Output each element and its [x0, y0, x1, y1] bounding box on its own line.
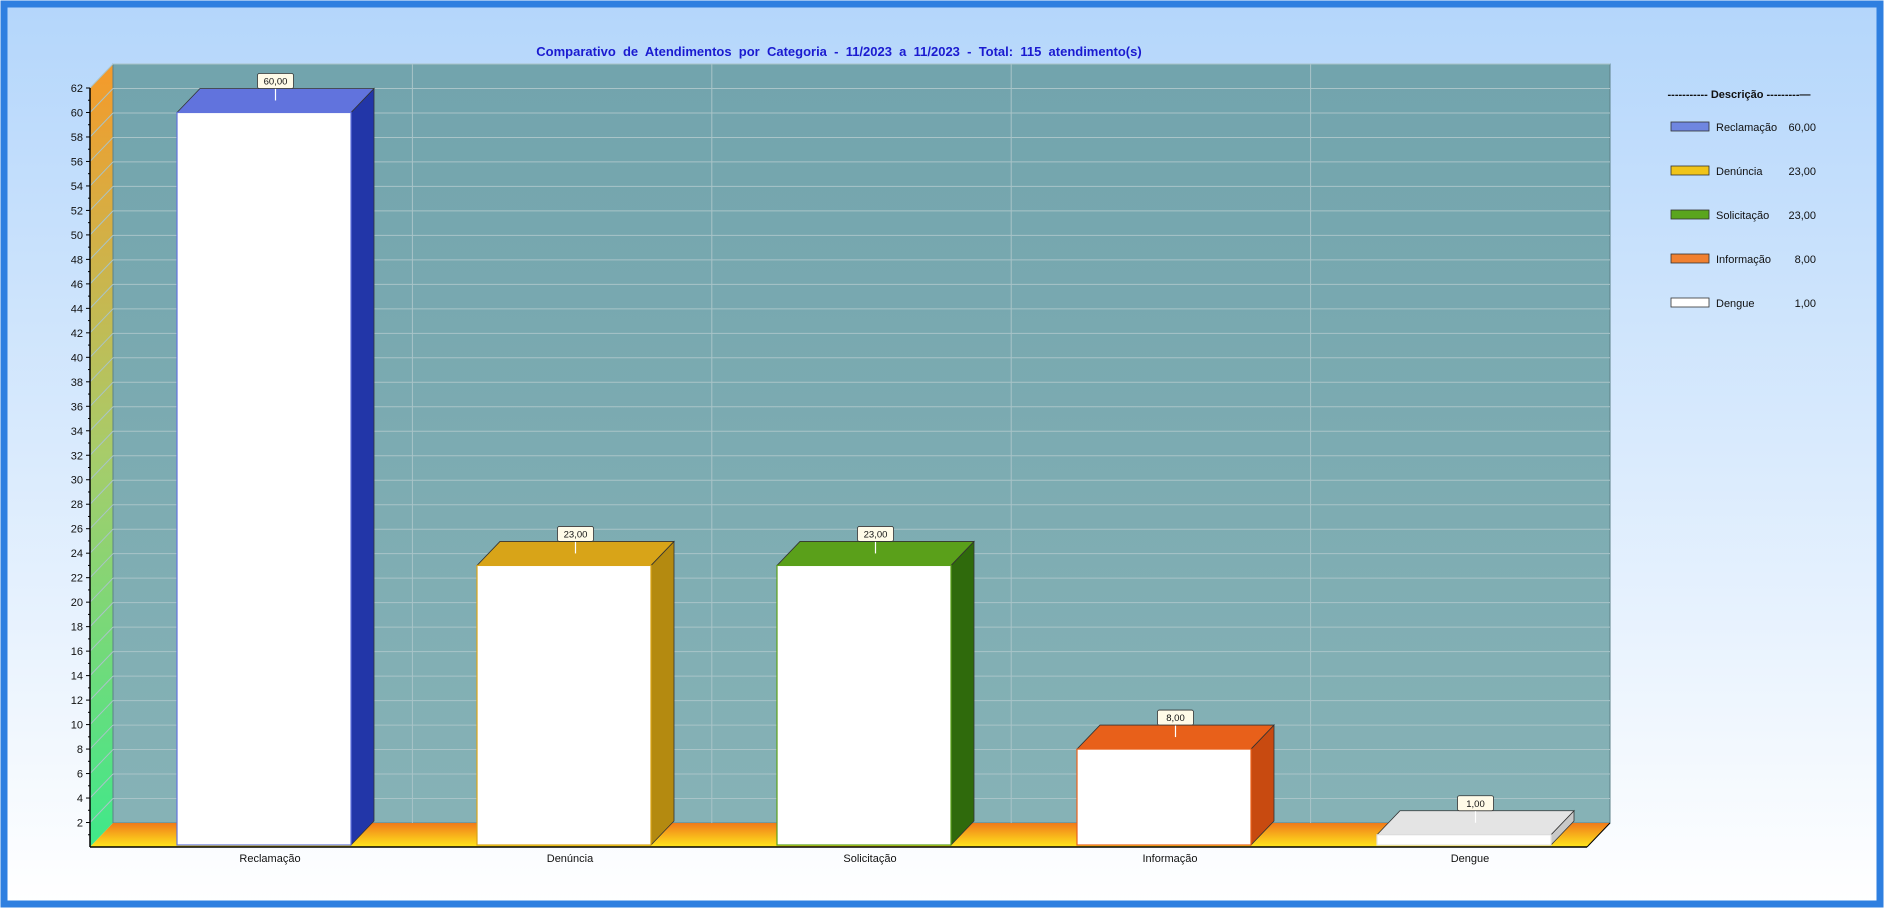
y-tick-label: 54 [71, 181, 83, 193]
bar-front [1376, 834, 1552, 846]
y-tick-label: 20 [71, 597, 83, 609]
bar-front [476, 564, 652, 846]
bar-2 [476, 540, 675, 846]
bar-front [176, 111, 352, 846]
y-tick-label: 6 [77, 769, 83, 781]
y-tick-label: 22 [71, 573, 83, 585]
y-tick-label: 28 [71, 499, 83, 511]
legend-value: 23,00 [1788, 210, 1816, 222]
y-tick-label: 62 [71, 83, 83, 95]
data-label-text: 23,00 [564, 529, 588, 540]
bar-side [950, 540, 975, 846]
bar-front [776, 564, 952, 846]
chart-title: Comparativo de Atendimentos por Categori… [536, 44, 1141, 59]
y-tick-label: 34 [71, 426, 83, 438]
y-tick-label: 4 [77, 793, 83, 805]
data-label-text: 60,00 [264, 76, 288, 87]
legend-header: ----------- Descrição ---------— [1668, 89, 1811, 101]
legend-swatch [1670, 209, 1710, 220]
bar-3 [776, 540, 975, 846]
bar-4 [1076, 724, 1275, 846]
bar-chart: Comparativo de Atendimentos por Categori… [0, 0, 1886, 915]
legend-label: Solicitação [1716, 210, 1769, 222]
legend-value: 1,00 [1795, 298, 1816, 310]
y-tick-label: 16 [71, 646, 83, 658]
y-tick-label: 40 [71, 352, 83, 364]
y-tick-label: 2 [77, 818, 83, 830]
y-tick-label: 18 [71, 622, 83, 634]
x-tick-label: Dengue [1451, 853, 1490, 865]
bar-side [350, 87, 375, 846]
bar-1 [176, 87, 375, 846]
legend-value: 8,00 [1795, 254, 1816, 266]
bar-side [650, 540, 675, 846]
y-tick-label: 38 [71, 377, 83, 389]
x-tick-label: Solicitação [843, 853, 896, 865]
data-label-text: 23,00 [864, 529, 888, 540]
legend-swatch [1670, 253, 1710, 264]
legend-swatch [1670, 165, 1710, 176]
data-label-text: 1,00 [1466, 799, 1485, 810]
y-tick-label: 58 [71, 132, 83, 144]
y-tick-label: 12 [71, 695, 83, 707]
legend-label: Informação [1716, 254, 1771, 266]
y-tick-label: 32 [71, 450, 83, 462]
y-tick-label: 8 [77, 744, 83, 756]
chart-frame: Comparativo de Atendimentos por Categori… [0, 0, 1886, 915]
y-tick-label: 56 [71, 156, 83, 168]
x-tick-label: Reclamação [239, 853, 300, 865]
y-tick-label: 14 [71, 671, 83, 683]
y-tick-label: 46 [71, 279, 83, 291]
left-wall [90, 64, 113, 847]
legend-swatch [1670, 297, 1710, 308]
y-tick-label: 60 [71, 107, 83, 119]
x-tick-label: Denúncia [547, 853, 594, 865]
y-tick-label: 30 [71, 475, 83, 487]
y-tick-label: 48 [71, 254, 83, 266]
y-tick-label: 36 [71, 401, 83, 413]
legend-value: 60,00 [1788, 122, 1816, 134]
y-tick-label: 52 [71, 205, 83, 217]
y-tick-label: 50 [71, 230, 83, 242]
data-label-text: 8,00 [1166, 713, 1185, 724]
bar-front [1076, 748, 1252, 846]
x-tick-label: Informação [1142, 853, 1197, 865]
y-tick-label: 24 [71, 548, 83, 560]
y-tick-label: 42 [71, 328, 83, 340]
y-tick-label: 26 [71, 524, 83, 536]
legend-label: Denúncia [1716, 166, 1763, 178]
y-tick-label: 44 [71, 303, 83, 315]
legend-value: 23,00 [1788, 166, 1816, 178]
legend-label: Dengue [1716, 298, 1755, 310]
y-tick-label: 10 [71, 720, 83, 732]
legend-label: Reclamação [1716, 122, 1777, 134]
legend-swatch [1670, 121, 1710, 132]
